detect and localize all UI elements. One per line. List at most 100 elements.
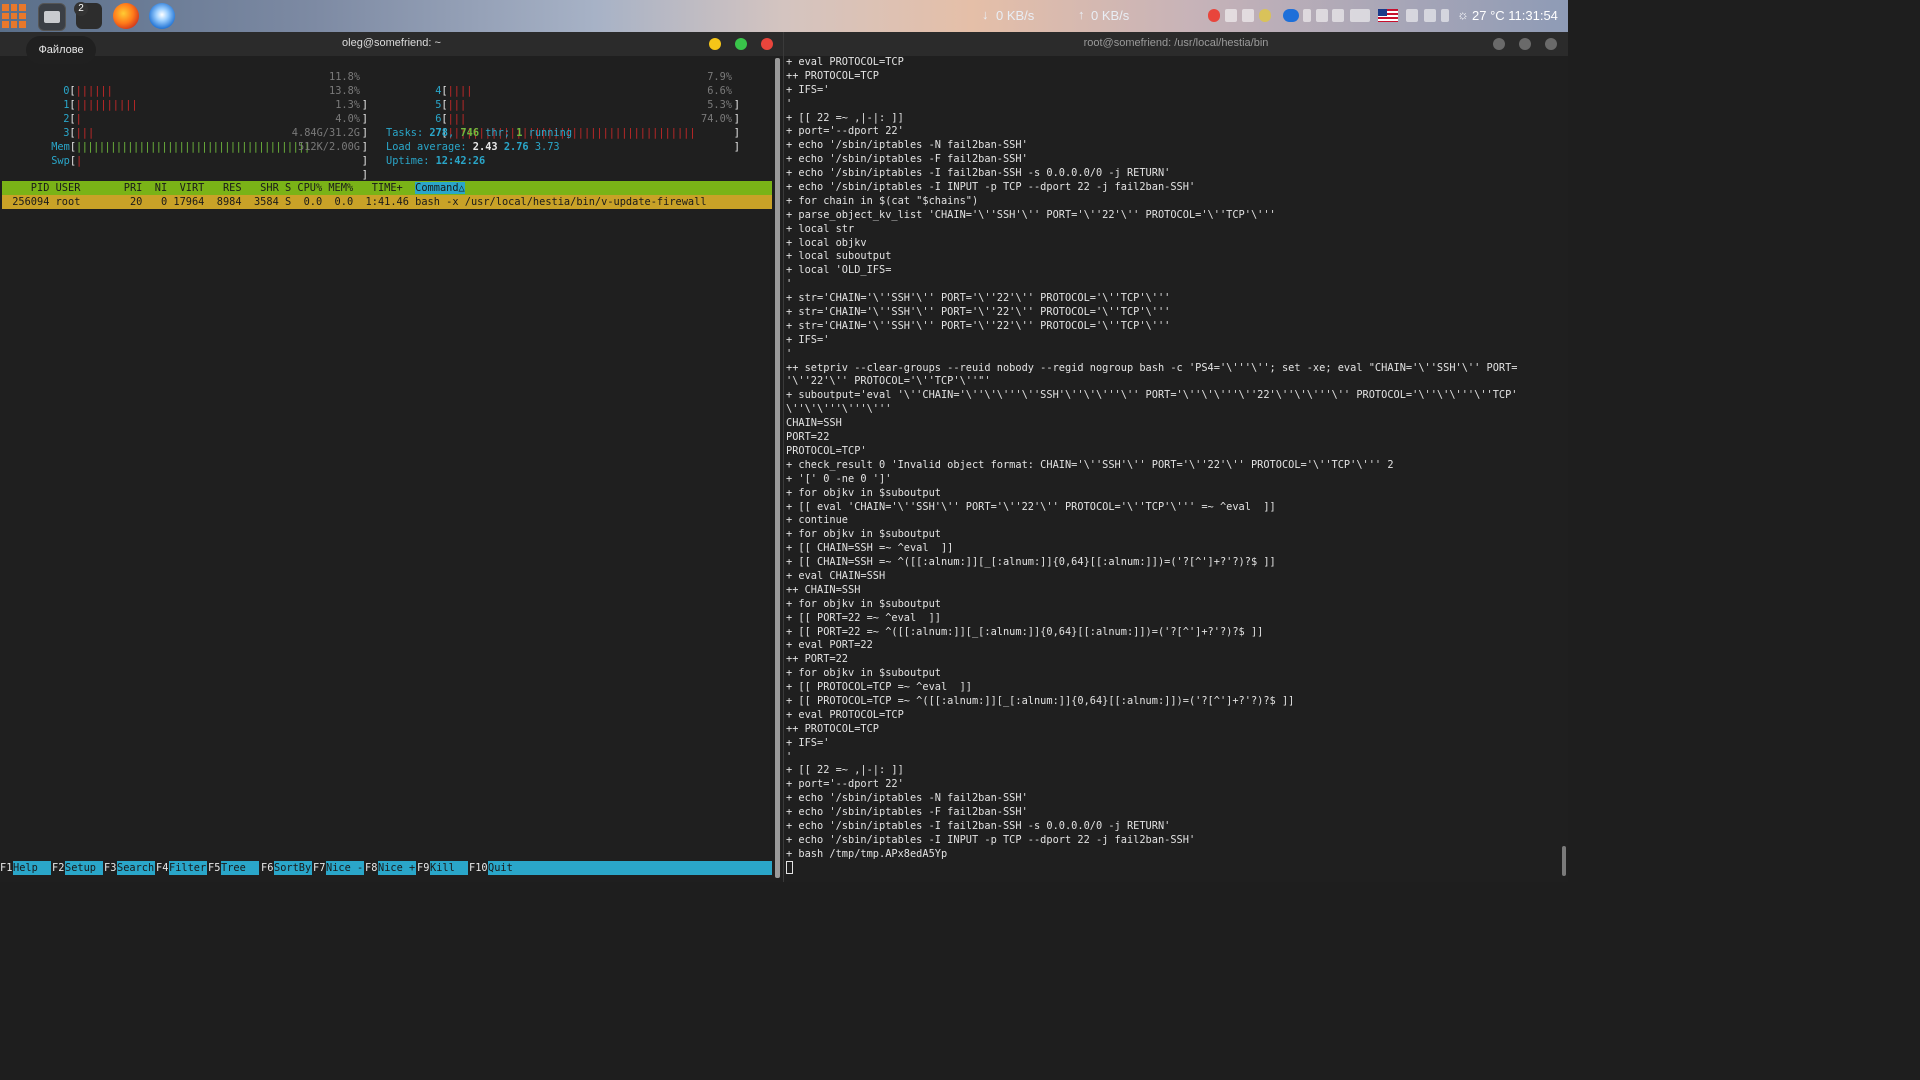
output-line: + for objkv in $suboutput — [786, 528, 941, 541]
process-table-header[interactable]: PID USER PRI NI VIRT RES SHR S CPU% MEM%… — [2, 181, 772, 195]
titlebar[interactable]: oleg@somefriend: ~ — [0, 32, 783, 56]
f7-key[interactable]: F7 — [313, 861, 325, 875]
close-button[interactable] — [1545, 38, 1557, 50]
output-line: + [[ eval 'CHAIN='\''SSH'\'' PORT='\''22… — [786, 500, 1276, 513]
output-line: ' — [786, 97, 793, 110]
scrollbar[interactable] — [1562, 846, 1566, 876]
cpu-meter-1: 1[|||||||||| 13.8%] — [63, 85, 368, 125]
output-line: PROTOCOL=TCP' — [786, 444, 867, 457]
output-line: ' — [786, 278, 793, 291]
output-line: CHAIN=SSH — [786, 417, 842, 430]
output-line: + [[ PORT=22 =~ ^([[:alnum:]][_[:alnum:]… — [786, 625, 1264, 638]
setup-button[interactable]: Setup — [65, 861, 103, 875]
tray-app-icon[interactable] — [1332, 9, 1344, 22]
quit-button[interactable]: Quit — [488, 861, 772, 875]
table-row[interactable]: 256094 root 20 0 17964 8984 3584 S 0.0 0… — [2, 195, 772, 209]
firefox-icon[interactable] — [113, 3, 139, 29]
output-line: + [[ PORT=22 =~ ^eval ]] — [786, 611, 941, 624]
app-menu-icon[interactable] — [2, 4, 26, 28]
htop-view[interactable]: 0[|||||| 11.8%] 1[|||||||||| 13.8%] 2[| … — [0, 56, 783, 882]
htop-terminal-window[interactable]: oleg@somefriend: ~ 0[|||||| 11.8%] 1[|||… — [0, 32, 783, 882]
tray-app-icon[interactable] — [1242, 9, 1254, 22]
output-line: + suboutput='eval '\''CHAIN='\''\'\'''\'… — [786, 389, 1518, 402]
nice-minus-button[interactable]: Nice - — [326, 861, 364, 875]
output-line: + str='CHAIN='\''SSH'\'' PORT='\''22'\''… — [786, 319, 1171, 332]
output-line: + echo '/sbin/iptables -I fail2ban-SSH -… — [786, 819, 1171, 832]
maximize-button[interactable] — [1519, 38, 1531, 50]
f3-key[interactable]: F3 — [104, 861, 116, 875]
wifi-icon[interactable] — [1406, 9, 1418, 22]
net-download-speed: 0 KB/s — [996, 8, 1035, 23]
teamviewer-icon[interactable] — [1283, 9, 1299, 22]
output-line: ++ PROTOCOL=TCP — [786, 69, 879, 82]
cpu-meter-7: 7[||||||||||||||||||||||||||||||||||||||… — [435, 113, 740, 153]
cpu-meter-6: 6[||| 5.3%] — [435, 99, 740, 139]
output-line: + local str — [786, 222, 855, 235]
close-button[interactable] — [761, 38, 773, 50]
tray-app-icon[interactable] — [1316, 9, 1328, 22]
nice-plus-button[interactable]: Nice + — [378, 861, 416, 875]
bluetooth-icon[interactable] — [1303, 9, 1311, 22]
terminal-output[interactable]: + eval PROTOCOL=TCP ++ PROTOCOL=TCP + IFS=… — [784, 56, 1568, 882]
f8-key[interactable]: F8 — [365, 861, 377, 875]
f5-key[interactable]: F5 — [208, 861, 220, 875]
sortby-button[interactable]: SortBy — [274, 861, 312, 875]
maximize-button[interactable] — [735, 38, 747, 50]
swap-meter: Swp[| 512K/2.00G] — [51, 141, 368, 181]
command-column-header[interactable]: Command△ — [415, 182, 465, 194]
output-line: + echo '/sbin/iptables -I INPUT -p TCP -… — [786, 833, 1196, 846]
output-line: + IFS=' — [786, 333, 830, 346]
f2-key[interactable]: F2 — [52, 861, 64, 875]
f6-key[interactable]: F6 — [261, 861, 273, 875]
minimize-button[interactable] — [1493, 38, 1505, 50]
temperature-clock[interactable]: 27 °C 11:31:54 — [1472, 8, 1558, 23]
location-icon[interactable] — [1208, 9, 1220, 22]
output-line: + check_result 0 'Invalid object format:… — [786, 458, 1394, 471]
uptime: Uptime: 12:42:26 — [386, 155, 486, 167]
search-button[interactable]: Search — [117, 861, 155, 875]
terminal-app-icon[interactable]: 2 — [74, 2, 102, 29]
function-key-bar: F1 Help F2 Setup F3 Search F4 Filter F5 … — [0, 861, 772, 875]
output-line: + eval PROTOCOL=TCP — [786, 708, 904, 721]
files-app-icon[interactable] — [38, 3, 66, 31]
battery-icon[interactable] — [1441, 9, 1449, 22]
us-flag-keyboard-layout-icon[interactable] — [1378, 9, 1398, 22]
scrollbar[interactable] — [775, 58, 780, 878]
volume-icon[interactable] — [1424, 9, 1436, 22]
cpu-meter-2: 2[| 1.3%] — [63, 99, 368, 139]
output-line: + local objkv — [786, 236, 867, 249]
files-tooltip: Файлове — [26, 36, 96, 64]
updates-icon[interactable] — [1259, 9, 1271, 22]
output-line: + for objkv in $suboutput — [786, 486, 941, 499]
column-headers[interactable]: PID USER PRI NI VIRT RES SHR S CPU% MEM%… — [6, 182, 415, 194]
output-line: + echo '/sbin/iptables -F fail2ban-SSH' — [786, 806, 1028, 819]
f4-key[interactable]: F4 — [156, 861, 168, 875]
output-line: + [[ PROTOCOL=TCP =~ ^eval ]] — [786, 681, 972, 694]
weather-icon[interactable] — [1350, 9, 1370, 22]
process-row-text: 256094 root 20 0 17964 8984 3584 S 0.0 0… — [6, 196, 707, 208]
tray-app-icon[interactable] — [1225, 9, 1237, 22]
help-button[interactable]: Help — [13, 861, 51, 875]
memory-meter: Mem[||||||||||||||||||||||||||||||||||||… — [51, 127, 368, 167]
thunderbird-icon[interactable] — [149, 3, 175, 29]
output-line: + for objkv in $suboutput — [786, 597, 941, 610]
tree-button[interactable]: Tree — [221, 861, 259, 875]
f1-key[interactable]: F1 — [0, 861, 12, 875]
f10-key[interactable]: F10 — [469, 861, 488, 875]
brightness-icon[interactable]: ☼ — [1457, 7, 1469, 22]
top-panel: 2 ↓ 0 KB/s ↑ 0 KB/s ☼ 27 °C 11:31:54 — [0, 0, 1568, 32]
titlebar[interactable]: root@somefriend: /usr/local/hestia/bin — [784, 32, 1568, 56]
minimize-button[interactable] — [709, 38, 721, 50]
output-line: ' — [786, 347, 793, 360]
root-terminal-window[interactable]: root@somefriend: /usr/local/hestia/bin +… — [783, 32, 1568, 882]
window-title: root@somefriend: /usr/local/hestia/bin — [1083, 37, 1269, 49]
output-line: + '[' 0 -ne 0 ']' — [786, 472, 892, 485]
filter-button[interactable]: Filter — [169, 861, 207, 875]
kill-button[interactable]: Kill — [430, 861, 468, 875]
output-line: + port='--dport 22' — [786, 778, 904, 791]
cpu-meter-3: 3[||| 4.0%] — [63, 113, 368, 153]
output-line: + str='CHAIN='\''SSH'\'' PORT='\''22'\''… — [786, 292, 1171, 305]
output-line: + eval CHAIN=SSH — [786, 569, 886, 582]
upload-arrow-icon: ↑ — [1078, 7, 1085, 22]
f9-key[interactable]: F9 — [417, 861, 429, 875]
